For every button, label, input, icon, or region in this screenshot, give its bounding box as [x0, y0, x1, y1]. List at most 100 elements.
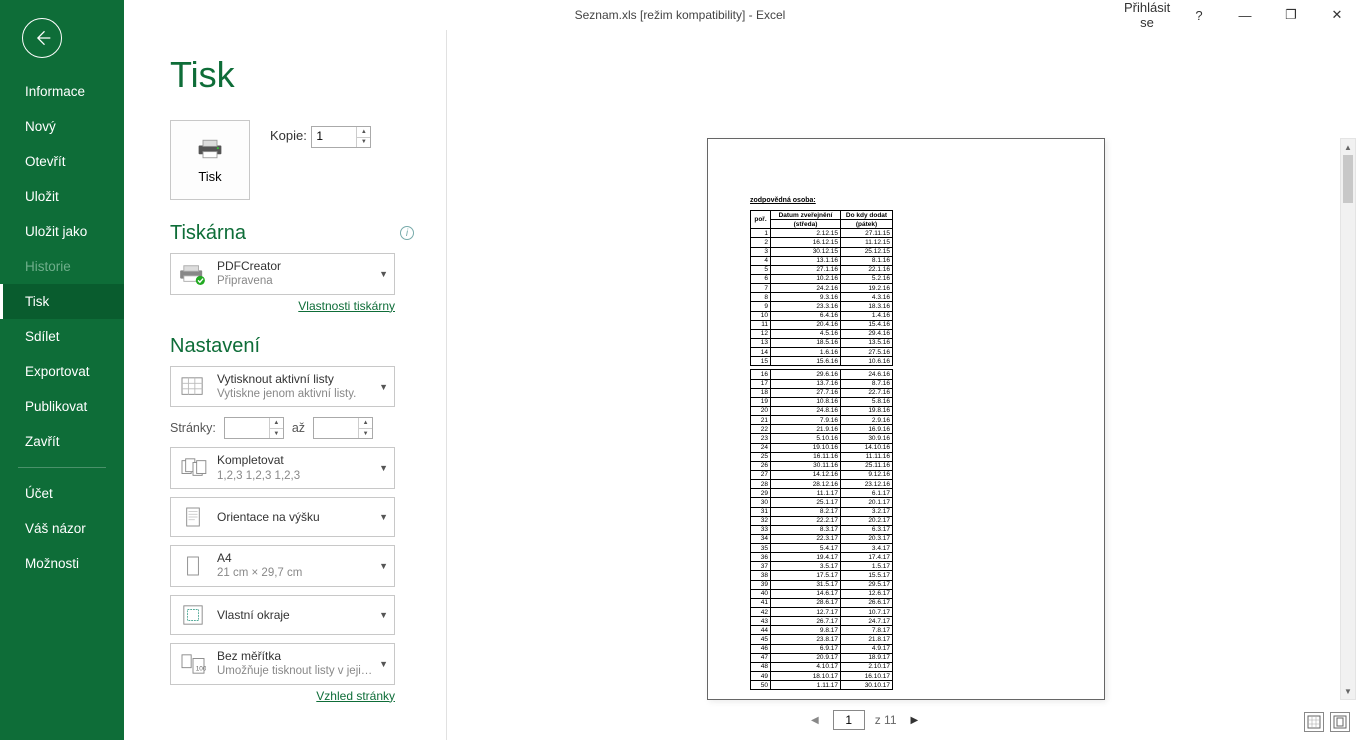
table-row: 2714.12.169.12.16 — [751, 470, 893, 479]
table-row: 501.11.1730.10.17 — [751, 681, 893, 690]
table-row: 923.3.1618.3.16 — [751, 302, 893, 311]
preview-page: zodpovědná osoba: poř. Datum zveřejnění … — [707, 138, 1105, 700]
zoom-to-page-button[interactable] — [1330, 712, 1350, 732]
help-button[interactable]: ? — [1176, 8, 1222, 23]
margins-icon — [177, 600, 209, 630]
table-row: 2516.11.1611.11.16 — [751, 452, 893, 461]
scaling-dropdown[interactable]: 100 Bez měřítka Umožňuje tisknout listy … — [170, 643, 395, 685]
table-row: 217.9.162.9.16 — [751, 416, 893, 425]
table-row: 1827.7.1622.7.16 — [751, 388, 893, 397]
prev-page-button[interactable]: ◀ — [807, 715, 823, 726]
table-row: 338.3.176.3.17 — [751, 525, 893, 534]
table-row: 124.5.1629.4.16 — [751, 329, 893, 338]
printer-status-icon — [177, 259, 209, 289]
sidebar-item-close[interactable]: Zavřít — [0, 424, 124, 459]
table-row: 318.2.173.2.17 — [751, 507, 893, 516]
portrait-icon — [177, 502, 209, 532]
printer-properties-link[interactable]: Vlastnosti tiskárny — [170, 299, 395, 313]
margins-dropdown[interactable]: Vlastní okraje ▼ — [170, 595, 395, 635]
scaling-sub: Umožňuje tisknout listy v jeji… — [217, 664, 388, 680]
table-row: 330.12.1525.12.15 — [751, 247, 893, 256]
signin-link[interactable]: Přihlásit se — [1124, 0, 1170, 30]
print-preview-pane: zodpovědná osoba: poř. Datum zveřejnění … — [447, 30, 1360, 740]
current-page-input[interactable] — [833, 710, 865, 730]
print-settings-pane: Tisk Tisk Kopie: 1 ▲▼ Tiskárna — [124, 30, 447, 740]
table-row: 235.10.1630.9.16 — [751, 434, 893, 443]
print-what-dropdown[interactable]: Vytisknout aktivní listy Vytiskne jenom … — [170, 366, 395, 408]
table-row: 449.8.177.8.17 — [751, 626, 893, 635]
table-row: 1515.6.1610.6.16 — [751, 357, 893, 366]
sidebar-item-publish[interactable]: Publikovat — [0, 389, 124, 424]
chevron-down-icon: ▼ — [379, 463, 388, 473]
table-row: 4720.9.1718.9.17 — [751, 653, 893, 662]
close-button[interactable]: ✕ — [1314, 7, 1360, 23]
table-row: 724.2.1619.2.16 — [751, 284, 893, 293]
chevron-down-icon: ▼ — [379, 382, 388, 392]
table-row: 610.2.165.2.16 — [751, 274, 893, 283]
sidebar-item-print[interactable]: Tisk — [0, 284, 124, 319]
minimize-button[interactable]: — — [1222, 8, 1268, 23]
collate-dropdown[interactable]: Kompletovat 1,2,3 1,2,3 1,2,3 ▼ — [170, 447, 395, 489]
orientation-label: Orientace na výšku — [217, 509, 388, 525]
chevron-down-icon: ▼ — [379, 610, 388, 620]
arrow-left-icon — [32, 28, 52, 48]
paper-size-dropdown[interactable]: A4 21 cm × 29,7 cm ▼ — [170, 545, 395, 587]
sidebar-item-share[interactable]: Sdílet — [0, 319, 124, 354]
scroll-thumb[interactable] — [1343, 155, 1353, 203]
print-button[interactable]: Tisk — [170, 120, 250, 200]
table-row: 1318.5.1613.5.16 — [751, 338, 893, 347]
back-button[interactable] — [22, 18, 62, 58]
table-row: 2911.1.176.1.17 — [751, 489, 893, 498]
collate-title: Kompletovat — [217, 452, 388, 468]
table-row: 3931.5.1729.5.17 — [751, 580, 893, 589]
table-row: 3025.1.1720.1.17 — [751, 498, 893, 507]
chevron-down-icon: ▼ — [379, 269, 388, 279]
copies-input[interactable]: 1 ▲▼ — [311, 126, 371, 148]
pages-from-input[interactable]: ▲▼ — [224, 417, 284, 439]
sidebar-item-feedback[interactable]: Váš názor — [0, 511, 124, 546]
table-row: 4326.7.1724.7.17 — [751, 617, 893, 626]
next-page-button[interactable]: ▶ — [907, 715, 923, 726]
printer-icon — [196, 137, 224, 161]
table-row: 4014.6.1712.6.17 — [751, 589, 893, 598]
pages-label: Stránky: — [170, 421, 216, 435]
sidebar-item-open[interactable]: Otevřít — [0, 144, 124, 179]
collate-icon — [177, 453, 209, 483]
sidebar-item-info[interactable]: Informace — [0, 74, 124, 109]
sidebar-separator — [18, 467, 106, 468]
table-row: 141.6.1627.5.16 — [751, 348, 893, 357]
spin-down-icon[interactable]: ▼ — [356, 138, 370, 148]
scroll-up-icon[interactable]: ▲ — [1341, 139, 1355, 155]
chevron-down-icon: ▼ — [379, 561, 388, 571]
spin-up-icon[interactable]: ▲ — [356, 127, 370, 138]
orientation-dropdown[interactable]: Orientace na výšku ▼ — [170, 497, 395, 537]
sidebar-item-new[interactable]: Nový — [0, 109, 124, 144]
window-title: Seznam.xls [režim kompatibility] - Excel — [575, 8, 786, 22]
printer-dropdown[interactable]: PDFCreator Připravena ▼ — [170, 253, 395, 295]
table-row: 89.3.164.3.16 — [751, 293, 893, 302]
page-setup-link[interactable]: Vzhled stránky — [170, 689, 395, 703]
table-row: 2221.9.1616.9.16 — [751, 425, 893, 434]
show-margins-button[interactable] — [1304, 712, 1324, 732]
chevron-down-icon: ▼ — [379, 659, 388, 669]
info-icon[interactable]: i — [400, 226, 414, 240]
restore-button[interactable]: ❐ — [1268, 7, 1314, 23]
backstage-sidebar: InformaceNovýOtevřítUložitUložit jakoHis… — [0, 0, 124, 740]
print-what-sub: Vytiskne jenom aktivní listy. — [217, 387, 388, 403]
sheets-icon — [177, 372, 209, 402]
preview-table-2: 1629.6.1624.6.161713.7.168.7.161827.7.16… — [750, 369, 893, 690]
sidebar-item-account[interactable]: Účet — [0, 476, 124, 511]
table-row: 216.12.1511.12.15 — [751, 238, 893, 247]
preview-heading: zodpovědná osoba: — [750, 197, 893, 204]
printer-name: PDFCreator — [217, 258, 388, 274]
page-title: Tisk — [170, 54, 446, 96]
pages-to-input[interactable]: ▲▼ — [313, 417, 373, 439]
table-row: 4523.8.1721.8.17 — [751, 635, 893, 644]
sidebar-item-save[interactable]: Uložit — [0, 179, 124, 214]
table-row: 527.1.1622.1.16 — [751, 265, 893, 274]
sidebar-item-saveas[interactable]: Uložit jako — [0, 214, 124, 249]
sidebar-item-export[interactable]: Exportovat — [0, 354, 124, 389]
sidebar-item-options[interactable]: Možnosti — [0, 546, 124, 581]
scroll-down-icon[interactable]: ▼ — [1341, 683, 1355, 699]
preview-scrollbar[interactable]: ▲ ▼ — [1340, 138, 1356, 700]
